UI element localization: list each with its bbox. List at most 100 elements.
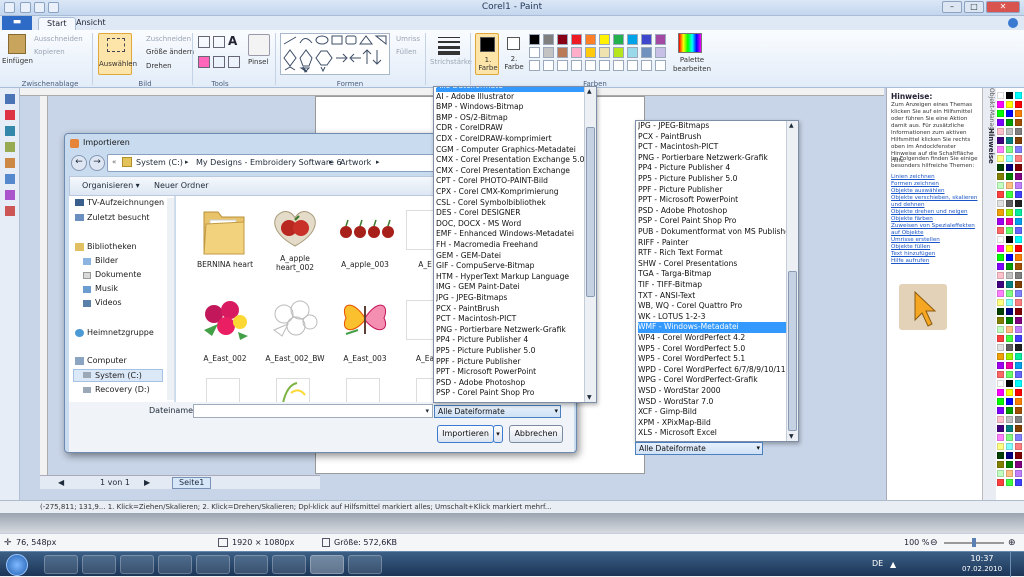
palette-color[interactable] <box>1015 290 1022 297</box>
tab-view[interactable]: Ansicht <box>68 17 114 30</box>
outline-button[interactable]: Umriss <box>396 35 420 43</box>
paste-icon[interactable] <box>8 34 26 54</box>
palette-color[interactable] <box>1006 353 1013 360</box>
palette-color[interactable] <box>1006 398 1013 405</box>
copy-button[interactable]: Kopieren <box>34 48 65 56</box>
palette-color[interactable] <box>1015 416 1022 423</box>
text-icon[interactable]: A <box>228 34 237 48</box>
palette-color[interactable] <box>1006 425 1013 432</box>
palette-color[interactable] <box>1015 344 1022 351</box>
palette-color[interactable] <box>997 218 1004 225</box>
ellipse-tool-icon[interactable] <box>5 190 15 200</box>
import-button[interactable]: Importieren <box>437 425 494 443</box>
palette-color[interactable] <box>1015 173 1022 180</box>
palette-color[interactable] <box>1015 299 1022 306</box>
eraser-icon[interactable] <box>198 56 210 68</box>
file-type-option[interactable]: BMP - OS/2-Bitmap <box>436 113 584 124</box>
color-swatch[interactable] <box>543 60 554 71</box>
color-swatch[interactable] <box>529 60 540 71</box>
zoom-in-icon[interactable]: ⊕ <box>1008 538 1016 548</box>
palette-color[interactable] <box>997 461 1004 468</box>
palette-color[interactable] <box>1006 317 1013 324</box>
file-type-option[interactable]: PSD - Adobe Photoshop <box>638 206 786 217</box>
file-type-option[interactable]: HTM - HyperText Markup Language <box>436 272 584 283</box>
file-type-option[interactable]: PSP - Corel Paint Shop Pro <box>436 388 584 399</box>
palette-color[interactable] <box>1015 398 1022 405</box>
palette-color[interactable] <box>1006 200 1013 207</box>
object-manager-tab[interactable]: Objekt-Manager <box>985 88 995 136</box>
palette-color[interactable] <box>1015 272 1022 279</box>
language-indicator[interactable]: DE <box>872 559 883 568</box>
breadcrumb-current[interactable]: Artwork <box>340 158 371 167</box>
cancel-button[interactable]: Abbrechen <box>509 425 563 443</box>
palette-color[interactable] <box>1006 101 1013 108</box>
page-tab[interactable]: Seite1 <box>172 477 212 489</box>
file-type-option[interactable]: PUB - Dokumentformat von MS Publisher <box>638 227 786 238</box>
color-swatch[interactable] <box>557 47 568 58</box>
fill-button[interactable]: Füllen <box>396 48 417 56</box>
file-type-option[interactable]: DES - Corel DESIGNER <box>436 208 584 219</box>
file-type-option[interactable]: PSD - Adobe Photoshop <box>436 378 584 389</box>
scrollbar-thumb[interactable] <box>586 127 595 297</box>
file-type-option[interactable]: WSD - WordStar 7.0 <box>638 397 786 408</box>
file-item[interactable]: A_East_002_BW <box>260 292 330 372</box>
file-type-option[interactable]: SHW - Corel Presentations <box>638 259 786 270</box>
hint-link[interactable]: Objekte auswählen <box>891 188 985 195</box>
cut-button[interactable]: Ausschneiden <box>34 35 83 43</box>
palette-color[interactable] <box>1015 128 1022 135</box>
next-page-icon[interactable]: ▶ <box>144 478 150 487</box>
palette-color[interactable] <box>1015 110 1022 117</box>
palette-color[interactable] <box>997 101 1004 108</box>
palette-color[interactable] <box>1006 236 1013 243</box>
palette-color[interactable] <box>1006 443 1013 450</box>
palette-color[interactable] <box>1015 443 1022 450</box>
palette-color[interactable] <box>1006 416 1013 423</box>
palette-color[interactable] <box>1015 119 1022 126</box>
crop-tool-icon[interactable] <box>5 126 15 136</box>
file-type-option[interactable]: PNG - Portierbare Netzwerk-Grafik <box>638 153 786 164</box>
palette-color[interactable] <box>997 146 1004 153</box>
shape-tool-icon[interactable] <box>5 110 15 120</box>
file-type-option[interactable]: CGM - Computer Graphics-Metadatei <box>436 145 584 156</box>
crop-button[interactable]: Zuschneiden <box>146 35 191 43</box>
pencil-icon[interactable] <box>198 36 210 48</box>
palette-color[interactable] <box>997 389 1004 396</box>
palette-color[interactable] <box>1015 218 1022 225</box>
palette-color[interactable] <box>1015 263 1022 270</box>
palette-color[interactable] <box>997 308 1004 315</box>
nav-item-system[interactable]: System (C:) <box>95 371 142 380</box>
palette-color[interactable] <box>1006 173 1013 180</box>
clock-time[interactable]: 10:37 <box>962 554 1002 563</box>
palette-color[interactable] <box>1015 191 1022 198</box>
color-swatch[interactable] <box>641 47 652 58</box>
palette-color[interactable] <box>997 380 1004 387</box>
color-swatch[interactable] <box>613 47 624 58</box>
file-type-option[interactable]: WMF - Windows-Metadatei <box>638 322 786 333</box>
file-type-option[interactable]: PP4 - Picture Publisher 4 <box>436 335 584 346</box>
nav-item-documents[interactable]: Dokumente <box>95 270 141 279</box>
breadcrumb-separator-icon[interactable]: ▸ <box>185 158 189 166</box>
palette-color[interactable] <box>1015 461 1022 468</box>
file-item[interactable]: BERNINA heart <box>190 202 260 282</box>
file-item[interactable]: A_apple heart_002 <box>260 202 330 282</box>
breadcrumb-folder[interactable]: My Designs - Embroidery Software 6 <box>196 158 342 167</box>
file-type-option[interactable]: XLS - Microsoft Excel <box>638 428 786 439</box>
taskbar-word[interactable] <box>234 555 268 574</box>
dropdown-arrow-icon[interactable]: ▾ <box>425 405 429 417</box>
show-desktop-button[interactable] <box>1010 552 1024 577</box>
scroll-down-icon[interactable]: ▼ <box>587 394 592 401</box>
nav-item-recent[interactable]: Zuletzt besucht <box>87 213 150 222</box>
file-type-option[interactable]: XCF - Gimp-Bild <box>638 407 786 418</box>
palette-color[interactable] <box>1015 452 1022 459</box>
file-item[interactable] <box>206 378 240 402</box>
hint-link[interactable]: Zuweisen von Spezialeffekten auf Objekte <box>891 223 985 237</box>
file-type-option[interactable]: DOC, DOCX - MS Word <box>436 219 584 230</box>
color-swatch[interactable] <box>557 34 568 45</box>
palette-color[interactable] <box>1006 308 1013 315</box>
back-button[interactable]: ← <box>71 155 87 171</box>
file-type-option[interactable]: JPG - JPEG-Bitmaps <box>638 121 786 132</box>
palette-color[interactable] <box>1015 317 1022 324</box>
file-type-option[interactable]: PP4 - Picture Publisher 4 <box>638 163 786 174</box>
scroll-down-icon[interactable]: ▼ <box>789 433 794 440</box>
color1-button[interactable]: 1. Farbe <box>475 33 499 75</box>
